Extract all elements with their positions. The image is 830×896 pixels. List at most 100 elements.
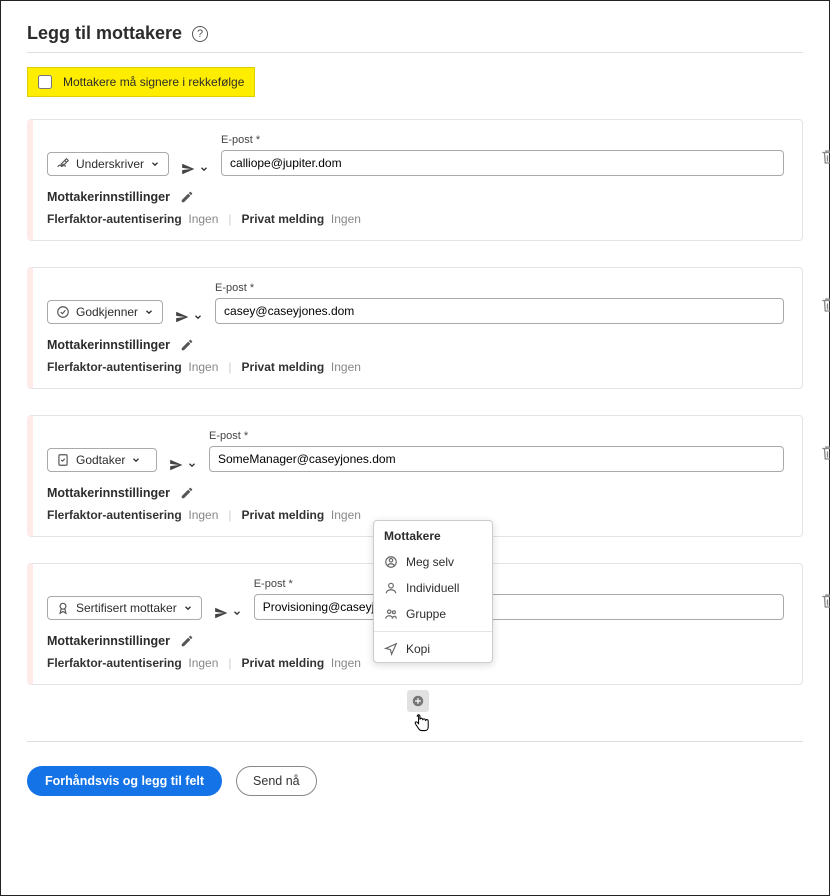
role-label: Underskriver [76,157,144,171]
chevron-down-icon [187,460,197,470]
divider: | [228,360,231,374]
email-input[interactable] [221,150,784,176]
menu-item-label: Individuell [406,581,459,595]
acceptor-icon [56,453,70,467]
divider [27,52,803,53]
email-input[interactable] [209,446,784,472]
send-now-button[interactable]: Send nå [236,766,317,796]
edit-icon[interactable] [180,190,194,204]
help-icon[interactable]: ? [192,26,208,42]
add-recipient-menu: Mottakere Meg selv Individuell Gruppe Ko… [373,520,493,663]
role-label: Godkjenner [76,305,138,319]
paper-plane-icon [169,458,183,472]
menu-item-label: Meg selv [406,555,454,569]
role-select[interactable]: Godtaker [47,448,157,472]
delete-icon[interactable] [820,148,830,166]
mfa-value: Ingen [188,360,218,374]
divider [27,741,803,742]
email-label: E-post * [254,578,784,590]
delivery-select[interactable] [181,162,209,176]
menu-item-label: Kopi [406,642,430,656]
menu-item-copy[interactable]: Kopi [374,636,492,662]
mfa-value: Ingen [188,212,218,226]
email-label: E-post * [209,430,784,442]
preview-button[interactable]: Forhåndsvis og legg til felt [27,766,222,796]
menu-item-group[interactable]: Gruppe [374,601,492,627]
mfa-value: Ingen [188,656,218,670]
settings-label: Mottakerinnstillinger [47,338,170,352]
pm-value: Ingen [331,360,361,374]
menu-item-myself[interactable]: Meg selv [374,549,492,575]
recipient-card: Sertifisert mottaker E-post * Mottakerin… [27,563,803,685]
sign-order-checkbox[interactable] [38,75,52,89]
chevron-down-icon [232,608,242,618]
recipient-card: Underskriver E-post * Mottakerinnstillin… [27,119,803,241]
pm-value: Ingen [331,656,361,670]
paper-plane-icon [214,606,228,620]
group-icon [384,607,398,621]
pm-label: Privat melding [242,656,325,670]
user-icon [384,581,398,595]
divider: | [228,508,231,522]
recipient-card: Godtaker E-post * Mottakerinnstillinger [27,415,803,537]
mfa-value: Ingen [188,508,218,522]
paper-plane-icon [175,310,189,324]
menu-item-individual[interactable]: Individuell [374,575,492,601]
chevron-down-icon [131,455,141,465]
settings-label: Mottakerinnstillinger [47,486,170,500]
chevron-down-icon [193,312,203,322]
role-select[interactable]: Sertifisert mottaker [47,596,202,620]
delete-icon[interactable] [820,444,830,462]
chevron-down-icon [144,307,154,317]
paper-plane-icon [181,162,195,176]
edit-icon[interactable] [180,634,194,648]
pm-label: Privat melding [242,508,325,522]
delivery-select[interactable] [214,606,242,620]
cursor-hand-icon [409,710,431,736]
approver-icon [56,305,70,319]
delivery-select[interactable] [169,458,197,472]
certified-icon [56,601,70,615]
pm-value: Ingen [331,212,361,226]
recipient-card: Godkjenner E-post * Mottakerinnstillinge… [27,267,803,389]
chevron-down-icon [183,603,193,613]
add-recipient-button[interactable] [407,690,429,712]
pm-value: Ingen [331,508,361,522]
edit-icon[interactable] [180,338,194,352]
signer-icon [56,157,70,171]
mfa-label: Flerfaktor-autentisering [47,656,182,670]
delivery-select[interactable] [175,310,203,324]
divider: | [228,212,231,226]
sign-order-checkbox-row[interactable]: Mottakere må signere i rekkefølge [27,67,255,97]
chevron-down-icon [199,164,209,174]
mfa-label: Flerfaktor-autentisering [47,212,182,226]
email-label: E-post * [215,282,784,294]
settings-label: Mottakerinnstillinger [47,634,170,648]
plus-circle-icon [411,694,425,708]
role-select[interactable]: Godkjenner [47,300,163,324]
pm-label: Privat melding [242,212,325,226]
divider [374,631,492,632]
email-label: E-post * [221,134,784,146]
recipient-cards: Underskriver E-post * Mottakerinnstillin… [27,119,803,685]
role-label: Godtaker [76,453,125,467]
settings-label: Mottakerinnstillinger [47,190,170,204]
email-input[interactable] [254,594,784,620]
edit-icon[interactable] [180,486,194,500]
role-label: Sertifisert mottaker [76,601,177,615]
delete-icon[interactable] [820,296,830,314]
menu-title: Mottakere [374,521,492,549]
divider: | [228,656,231,670]
role-select[interactable]: Underskriver [47,152,169,176]
chevron-down-icon [150,159,160,169]
mfa-label: Flerfaktor-autentisering [47,360,182,374]
user-circle-icon [384,555,398,569]
page-title: Legg til mottakere [27,23,182,44]
delete-icon[interactable] [820,592,830,610]
pm-label: Privat melding [242,360,325,374]
email-input[interactable] [215,298,784,324]
send-outline-icon [384,642,398,656]
menu-item-label: Gruppe [406,607,446,621]
sign-order-label: Mottakere må signere i rekkefølge [63,75,244,89]
mfa-label: Flerfaktor-autentisering [47,508,182,522]
